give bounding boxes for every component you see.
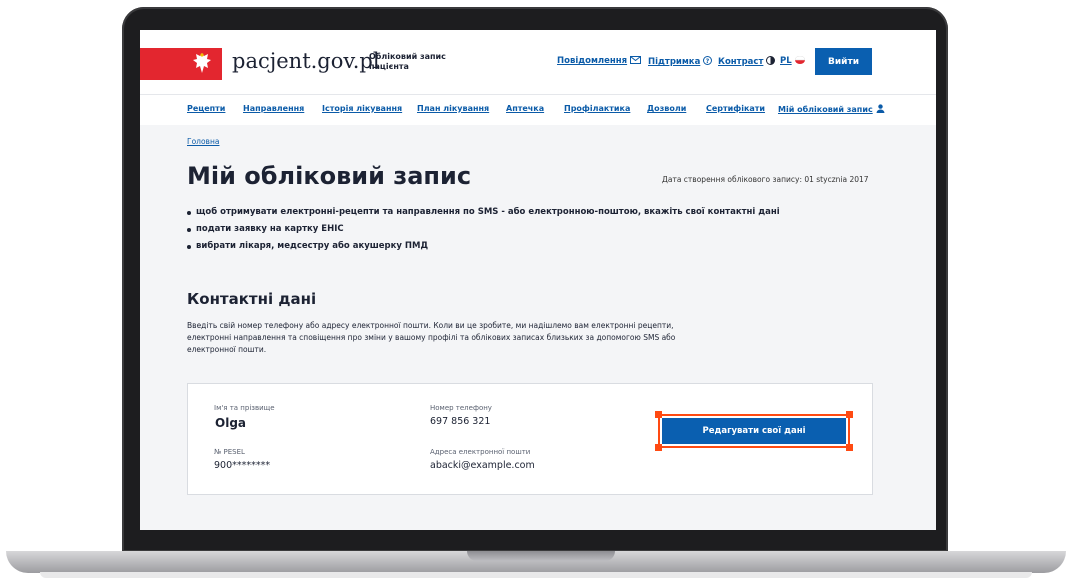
messages-link[interactable]: Повідомлення bbox=[557, 56, 642, 66]
user-icon bbox=[876, 104, 885, 113]
logo-subtitle: Обліковий запис пацієнта bbox=[369, 52, 446, 71]
account-created-date: Дата створення облікового запису: 01 sty… bbox=[662, 175, 869, 184]
list-item: щоб отримувати електронні-рецепти та нап… bbox=[187, 207, 780, 224]
nav-my-account-label: Мій обліковий запис bbox=[778, 105, 873, 114]
question-circle-icon: ? bbox=[703, 56, 713, 65]
nav-pharmacy[interactable]: Аптечка bbox=[506, 104, 544, 113]
email-value: abacki@example.com bbox=[430, 460, 535, 471]
contrast-label: Контраст bbox=[718, 57, 764, 67]
nav-treatment-plan[interactable]: План лікування bbox=[417, 104, 489, 113]
nav-my-account[interactable]: Мій обліковий запис bbox=[778, 104, 885, 114]
laptop-shadow bbox=[40, 572, 1032, 578]
site-header: pacjent.gov.pl Обліковий запис пацієнта … bbox=[140, 30, 936, 94]
nav-permissions[interactable]: Дозволи bbox=[647, 104, 686, 113]
highlight-handle bbox=[846, 444, 853, 451]
contrast-link[interactable]: Контраст bbox=[718, 56, 776, 67]
highlight-handle bbox=[846, 411, 853, 418]
envelope-icon bbox=[630, 56, 642, 64]
eagle-emblem-icon bbox=[193, 53, 211, 73]
page-title: Мій обліковий запис bbox=[187, 162, 472, 190]
pesel-label: № PESEL bbox=[214, 448, 245, 456]
nav-prescriptions[interactable]: Рецепти bbox=[187, 104, 225, 113]
highlight-handle bbox=[655, 444, 662, 451]
name-value: Olga bbox=[215, 416, 247, 430]
nav-prevention[interactable]: Профілактика bbox=[564, 104, 630, 113]
edit-details-button[interactable]: Редагувати свої дані bbox=[662, 418, 846, 444]
messages-label: Повідомлення bbox=[557, 56, 628, 66]
support-link[interactable]: Підтримка? bbox=[648, 56, 713, 67]
language-label: PL bbox=[780, 56, 792, 66]
main-content: Головна Мій обліковий запис Дата створен… bbox=[140, 125, 936, 530]
language-switch[interactable]: PL bbox=[780, 56, 805, 66]
phone-value: 697 856 321 bbox=[430, 416, 491, 427]
contrast-icon bbox=[766, 56, 776, 65]
breadcrumb-home[interactable]: Головна bbox=[187, 137, 219, 146]
main-nav: Рецепти Направлення Історія лікування Пл… bbox=[140, 94, 936, 126]
nav-referrals[interactable]: Направлення bbox=[243, 104, 304, 113]
polish-flag-icon bbox=[794, 56, 805, 64]
nav-treatment-history[interactable]: Історія лікування bbox=[322, 104, 402, 113]
support-label: Підтримка bbox=[648, 57, 701, 67]
logout-button[interactable]: Вийти bbox=[815, 48, 872, 75]
svg-text:?: ? bbox=[706, 58, 710, 65]
email-label: Адреса електронної пошти bbox=[430, 448, 531, 456]
site-logo[interactable]: pacjent.gov.pl bbox=[232, 49, 380, 73]
benefits-list: щоб отримувати електронні-рецепти та нап… bbox=[187, 207, 780, 258]
phone-label: Номер телефону bbox=[430, 404, 492, 412]
name-label: Ім'я та прізвище bbox=[214, 404, 275, 412]
edit-button-highlight: Редагувати свої дані bbox=[655, 411, 853, 451]
pesel-value: 900******** bbox=[214, 460, 271, 471]
nav-certificates[interactable]: Сертифікати bbox=[706, 104, 765, 113]
laptop-base-notch bbox=[467, 551, 615, 561]
list-item: подати заявку на картку ЕНІС bbox=[187, 224, 780, 241]
highlight-handle bbox=[655, 411, 662, 418]
contact-section-description: Введіть свій номер телефону або адресу е… bbox=[187, 321, 676, 354]
laptop-screen: pacjent.gov.pl Обліковий запис пацієнта … bbox=[140, 30, 936, 530]
contact-details-card: Ім'я та прізвище Olga Номер телефону 697… bbox=[187, 383, 873, 495]
contact-section-title: Контактні дані bbox=[187, 290, 317, 308]
list-item: вибрати лікаря, медсестру або акушерку П… bbox=[187, 241, 780, 258]
